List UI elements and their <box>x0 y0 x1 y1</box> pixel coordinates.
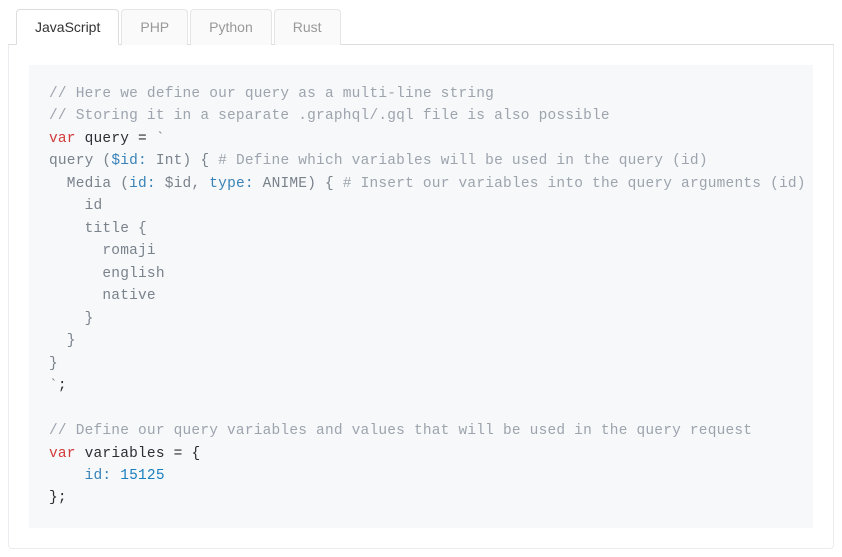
code-keyword: var <box>49 131 76 147</box>
code-string: romaji <box>49 243 156 259</box>
code-string: ` <box>49 378 58 394</box>
code-comment: // Define our query variables and values… <box>49 423 752 439</box>
code-attr: id: <box>85 468 112 484</box>
code-string: ANIME) { <box>254 176 343 192</box>
code-string: } <box>49 311 94 327</box>
code-string: } <box>49 356 58 372</box>
code-string: ` <box>156 131 165 147</box>
code-indent <box>49 468 85 484</box>
tab-bar: JavaScript PHP Python Rust <box>8 8 834 45</box>
code-keyword: var <box>49 446 76 462</box>
code-attr: $id: <box>111 153 147 169</box>
code-punc: = <box>138 131 156 147</box>
code-string: query ( <box>49 153 111 169</box>
code-string: title { <box>49 221 147 237</box>
code-string: $id, <box>156 176 209 192</box>
code-attr: id: <box>129 176 156 192</box>
code-text: variables <box>76 446 174 462</box>
code-punc: = { <box>174 446 201 462</box>
code-comment: # Insert our variables into the query ar… <box>343 176 813 192</box>
code-comment: // Storing it in a separate .graphql/.gq… <box>49 108 610 124</box>
code-string: } <box>49 333 76 349</box>
code-text: query <box>76 131 138 147</box>
code-attr: type: <box>209 176 254 192</box>
tab-content: // Here we define our query as a multi-l… <box>8 45 834 549</box>
code-string: Media ( <box>49 176 129 192</box>
code-string: native <box>49 288 156 304</box>
code-string: english <box>49 266 165 282</box>
code-punc: }; <box>49 490 67 506</box>
code-string: Int) { <box>147 153 218 169</box>
tab-php[interactable]: PHP <box>121 9 188 45</box>
tab-rust[interactable]: Rust <box>274 9 341 45</box>
code-block-javascript: // Here we define our query as a multi-l… <box>29 65 813 528</box>
code-punc: ; <box>58 378 67 394</box>
code-comment: // Here we define our query as a multi-l… <box>49 86 494 102</box>
code-number: 15125 <box>111 468 164 484</box>
tab-javascript[interactable]: JavaScript <box>16 9 119 45</box>
tab-python[interactable]: Python <box>190 9 272 45</box>
code-string: id <box>49 198 102 214</box>
code-comment: # Define which variables will be used in… <box>218 153 708 169</box>
